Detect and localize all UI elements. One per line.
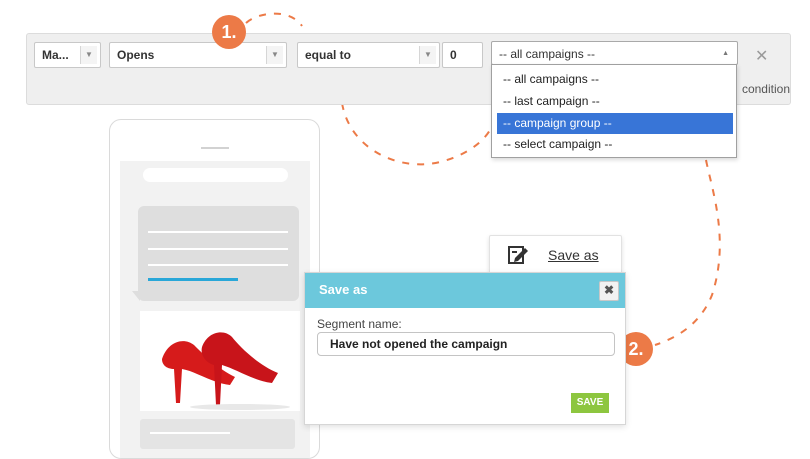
dropdown-option[interactable]: -- last campaign --: [497, 91, 733, 112]
chevron-up-icon: ▲: [722, 50, 729, 57]
campaign-dropdown-list: -- all campaigns -- -- last campaign -- …: [491, 64, 737, 158]
bubble-tail: [132, 291, 140, 301]
add-condition-label[interactable]: condition: [730, 82, 790, 96]
phone-screen: [120, 161, 310, 458]
chevron-down-icon: ▼: [266, 46, 283, 64]
chevron-down-icon: ▼: [419, 46, 436, 64]
text-line: [148, 264, 288, 266]
chevron-down-icon: ▼: [80, 46, 97, 64]
segment-name-input[interactable]: [317, 332, 615, 356]
product-image: [140, 311, 300, 411]
dropdown-option[interactable]: -- select campaign --: [497, 134, 733, 155]
link-line: [148, 278, 238, 281]
count-input-value: 0: [450, 48, 457, 62]
step-badge-1: 1.: [212, 15, 246, 49]
dropdown-option-selected[interactable]: -- campaign group --: [497, 113, 733, 134]
match-select[interactable]: Ma... ▼: [34, 42, 101, 68]
close-icon[interactable]: ✖: [599, 281, 619, 301]
search-bar-placeholder: [143, 168, 288, 182]
text-line: [150, 432, 230, 434]
match-select-value: Ma...: [42, 48, 69, 62]
close-icon[interactable]: ✕: [755, 46, 768, 66]
operator-select[interactable]: equal to ▼: [297, 42, 440, 68]
campaign-select-value: -- all campaigns --: [499, 47, 596, 61]
count-input[interactable]: 0: [442, 42, 483, 68]
metric-select[interactable]: Opens ▼: [109, 42, 287, 68]
operator-select-value: equal to: [305, 48, 352, 62]
dialog-title: Save as: [319, 282, 368, 297]
phone-mockup: [109, 119, 320, 459]
campaign-select[interactable]: -- all campaigns -- ▲: [491, 41, 738, 65]
dialog-header: Save as ✖: [305, 273, 625, 308]
phone-speaker: [201, 147, 229, 149]
metric-select-value: Opens: [117, 48, 155, 62]
dropdown-option[interactable]: -- all campaigns --: [497, 69, 733, 90]
footer-placeholder: [140, 419, 295, 449]
edit-note-icon: [508, 246, 528, 264]
text-line: [148, 248, 288, 250]
save-as-button[interactable]: Save as: [489, 235, 622, 276]
segment-name-label: Segment name:: [317, 317, 402, 331]
text-line: [148, 231, 288, 233]
save-button[interactable]: SAVE: [571, 393, 609, 413]
save-as-dialog: Save as ✖ Segment name: SAVE: [304, 272, 626, 425]
save-as-label: Save as: [548, 247, 599, 263]
red-shoes-icon: [162, 332, 290, 410]
message-bubble: [138, 206, 299, 301]
